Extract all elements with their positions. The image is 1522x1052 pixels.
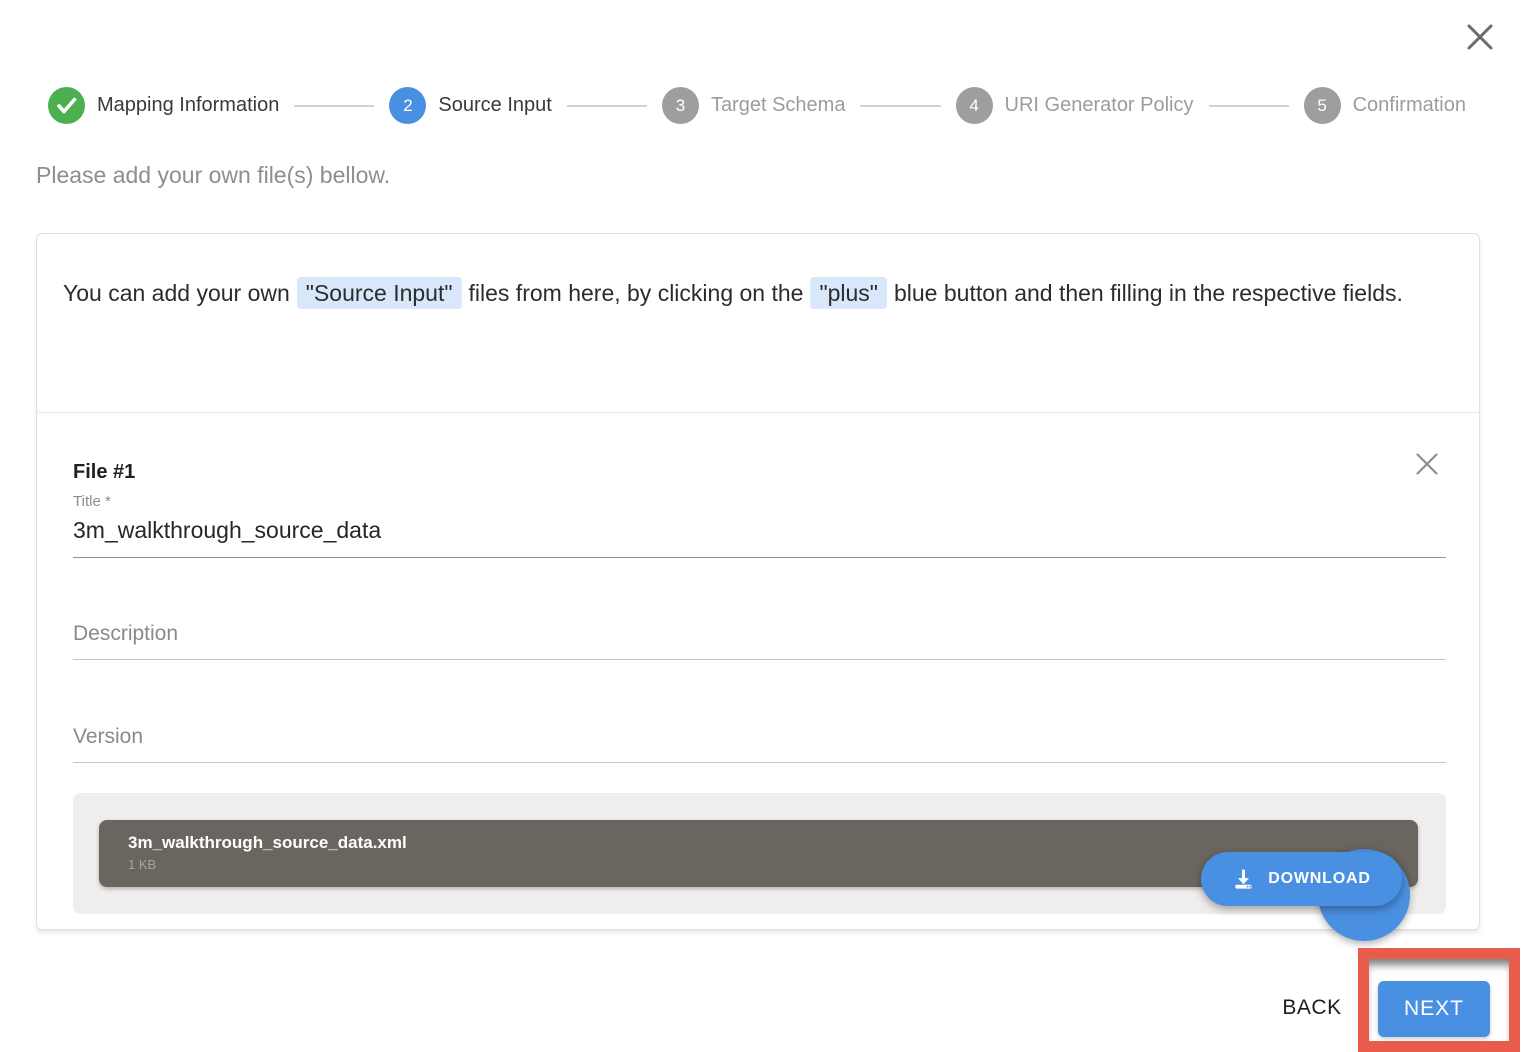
instructions-text: You can add your own "Source Input" files … [37, 234, 1479, 413]
title-label: Title * [73, 493, 1446, 510]
source-input-chip: "Source Input" [297, 277, 462, 309]
version-input[interactable] [73, 725, 1446, 763]
step-label: Mapping Information [97, 94, 279, 117]
instructions-part1: You can add your own [63, 280, 290, 306]
download-label: DOWNLOAD [1268, 870, 1370, 888]
stepper-connector [567, 105, 647, 107]
remove-file-icon [1415, 452, 1439, 476]
step-label: Target Schema [711, 94, 846, 117]
title-input[interactable] [73, 510, 1446, 558]
stepper-connector [860, 105, 940, 107]
step-number: 3 [662, 87, 699, 124]
file-heading: File #1 [73, 461, 1446, 484]
instructions-part2: files from here, by clicking on the [469, 280, 804, 306]
step-source-input[interactable]: 2 Source Input [389, 87, 551, 124]
plus-chip: "plus" [810, 277, 887, 309]
page-subtitle: Please add your own file(s) bellow. [36, 162, 390, 189]
dialog-close-button[interactable] [1464, 22, 1496, 54]
stepper-connector [1209, 105, 1289, 107]
step-uri-generator-policy[interactable]: 4 URI Generator Policy [956, 87, 1194, 124]
file-form: File #1 Title * 3m_walkthrough_source_da… [37, 413, 1479, 914]
step-target-schema[interactable]: 3 Target Schema [662, 87, 846, 124]
attachment-area: 3m_walkthrough_source_data.xml 1 KB DOWN… [73, 793, 1446, 914]
next-button[interactable]: NEXT [1378, 981, 1490, 1037]
step-label: Confirmation [1353, 94, 1466, 117]
close-icon [1466, 23, 1494, 51]
step-number: 4 [956, 87, 993, 124]
step-label: URI Generator Policy [1005, 94, 1194, 117]
step-label: Source Input [438, 94, 551, 117]
step-completed-check-icon [48, 87, 85, 124]
description-input[interactable] [73, 622, 1446, 660]
step-confirmation[interactable]: 5 Confirmation [1304, 87, 1466, 124]
download-icon [1232, 868, 1255, 891]
step-number: 5 [1304, 87, 1341, 124]
wizard-stepper: Mapping Information 2 Source Input 3 Tar… [48, 87, 1466, 124]
back-button[interactable]: BACK [1262, 986, 1362, 1030]
step-number: 2 [389, 87, 426, 124]
instructions-part3: blue button and then filling in the resp… [894, 280, 1403, 306]
stepper-connector [294, 105, 374, 107]
attachment-filename: 3m_walkthrough_source_data.xml [128, 833, 1418, 853]
download-button[interactable]: DOWNLOAD [1201, 852, 1402, 906]
remove-file-button[interactable] [1413, 451, 1441, 479]
source-input-card: You can add your own "Source Input" files … [36, 233, 1480, 930]
step-mapping-information[interactable]: Mapping Information [48, 87, 279, 124]
